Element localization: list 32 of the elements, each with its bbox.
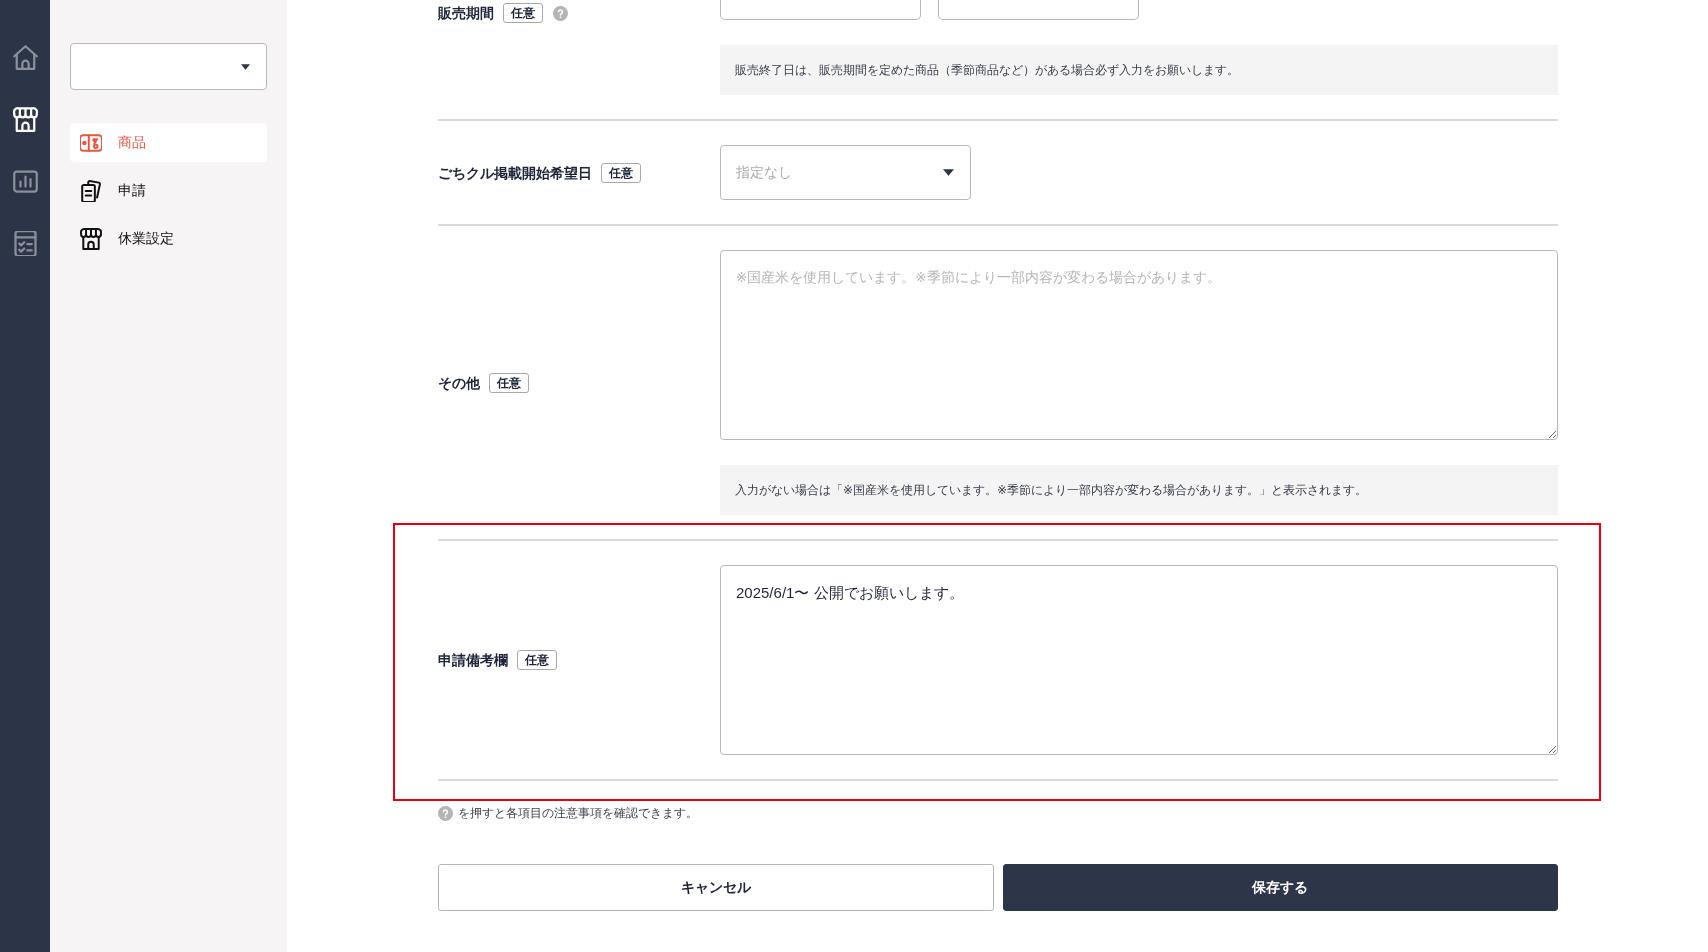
text-area-field[interactable]: ※国産米を使用しています。※季節により一部内容が変わる場合があります。 — [720, 250, 1558, 440]
info-note: 販売終了日は、販売期間を定めた商品（季節商品など）がある場合必ず入力をお願いします。 — [720, 45, 1558, 95]
help-icon[interactable] — [553, 5, 568, 21]
card-icon — [80, 131, 102, 154]
home-icon[interactable] — [12, 44, 38, 70]
date-field[interactable] — [720, 0, 921, 20]
field-label: その他 — [438, 373, 480, 393]
optional-badge: 任意 — [503, 3, 543, 23]
optional-badge: 任意 — [517, 650, 557, 670]
checklist-icon[interactable] — [12, 230, 38, 256]
caret-icon — [241, 63, 250, 70]
sidebar-item[interactable]: 休業設定 — [70, 219, 267, 258]
store-icon[interactable] — [12, 106, 38, 132]
store-icon — [80, 227, 102, 250]
sidebar-item[interactable]: 申請 — [70, 171, 267, 210]
caret-icon — [943, 169, 954, 176]
field-label: ごちクル掲載開始希望日 — [438, 163, 592, 183]
bar-chart-icon[interactable] — [12, 168, 38, 194]
date-field[interactable] — [938, 0, 1139, 20]
optional-badge: 任意 — [601, 162, 641, 183]
optional-badge: 任意 — [489, 372, 529, 393]
field-label: 販売期間 — [438, 4, 494, 23]
help-hint-text: を押すと各項目の注意事項を確認できます。 — [458, 805, 698, 822]
info-note: 入力がない場合は「※国産米を使用しています。※季節により一部内容が変わる場合があります。」と表示されます。 — [720, 465, 1558, 515]
text-area-field[interactable]: 2025/6/1〜 公開でお願いします。 — [720, 565, 1558, 755]
save-button[interactable]: 保存する — [1002, 864, 1558, 911]
field-label: 申請備考欄 — [438, 651, 508, 670]
sidebar-item[interactable]: 商品 — [70, 123, 267, 162]
store-select[interactable] — [70, 43, 267, 90]
help-icon[interactable] — [438, 806, 453, 821]
cancel-button[interactable]: キャンセル — [438, 864, 994, 911]
documents-icon — [80, 179, 102, 202]
